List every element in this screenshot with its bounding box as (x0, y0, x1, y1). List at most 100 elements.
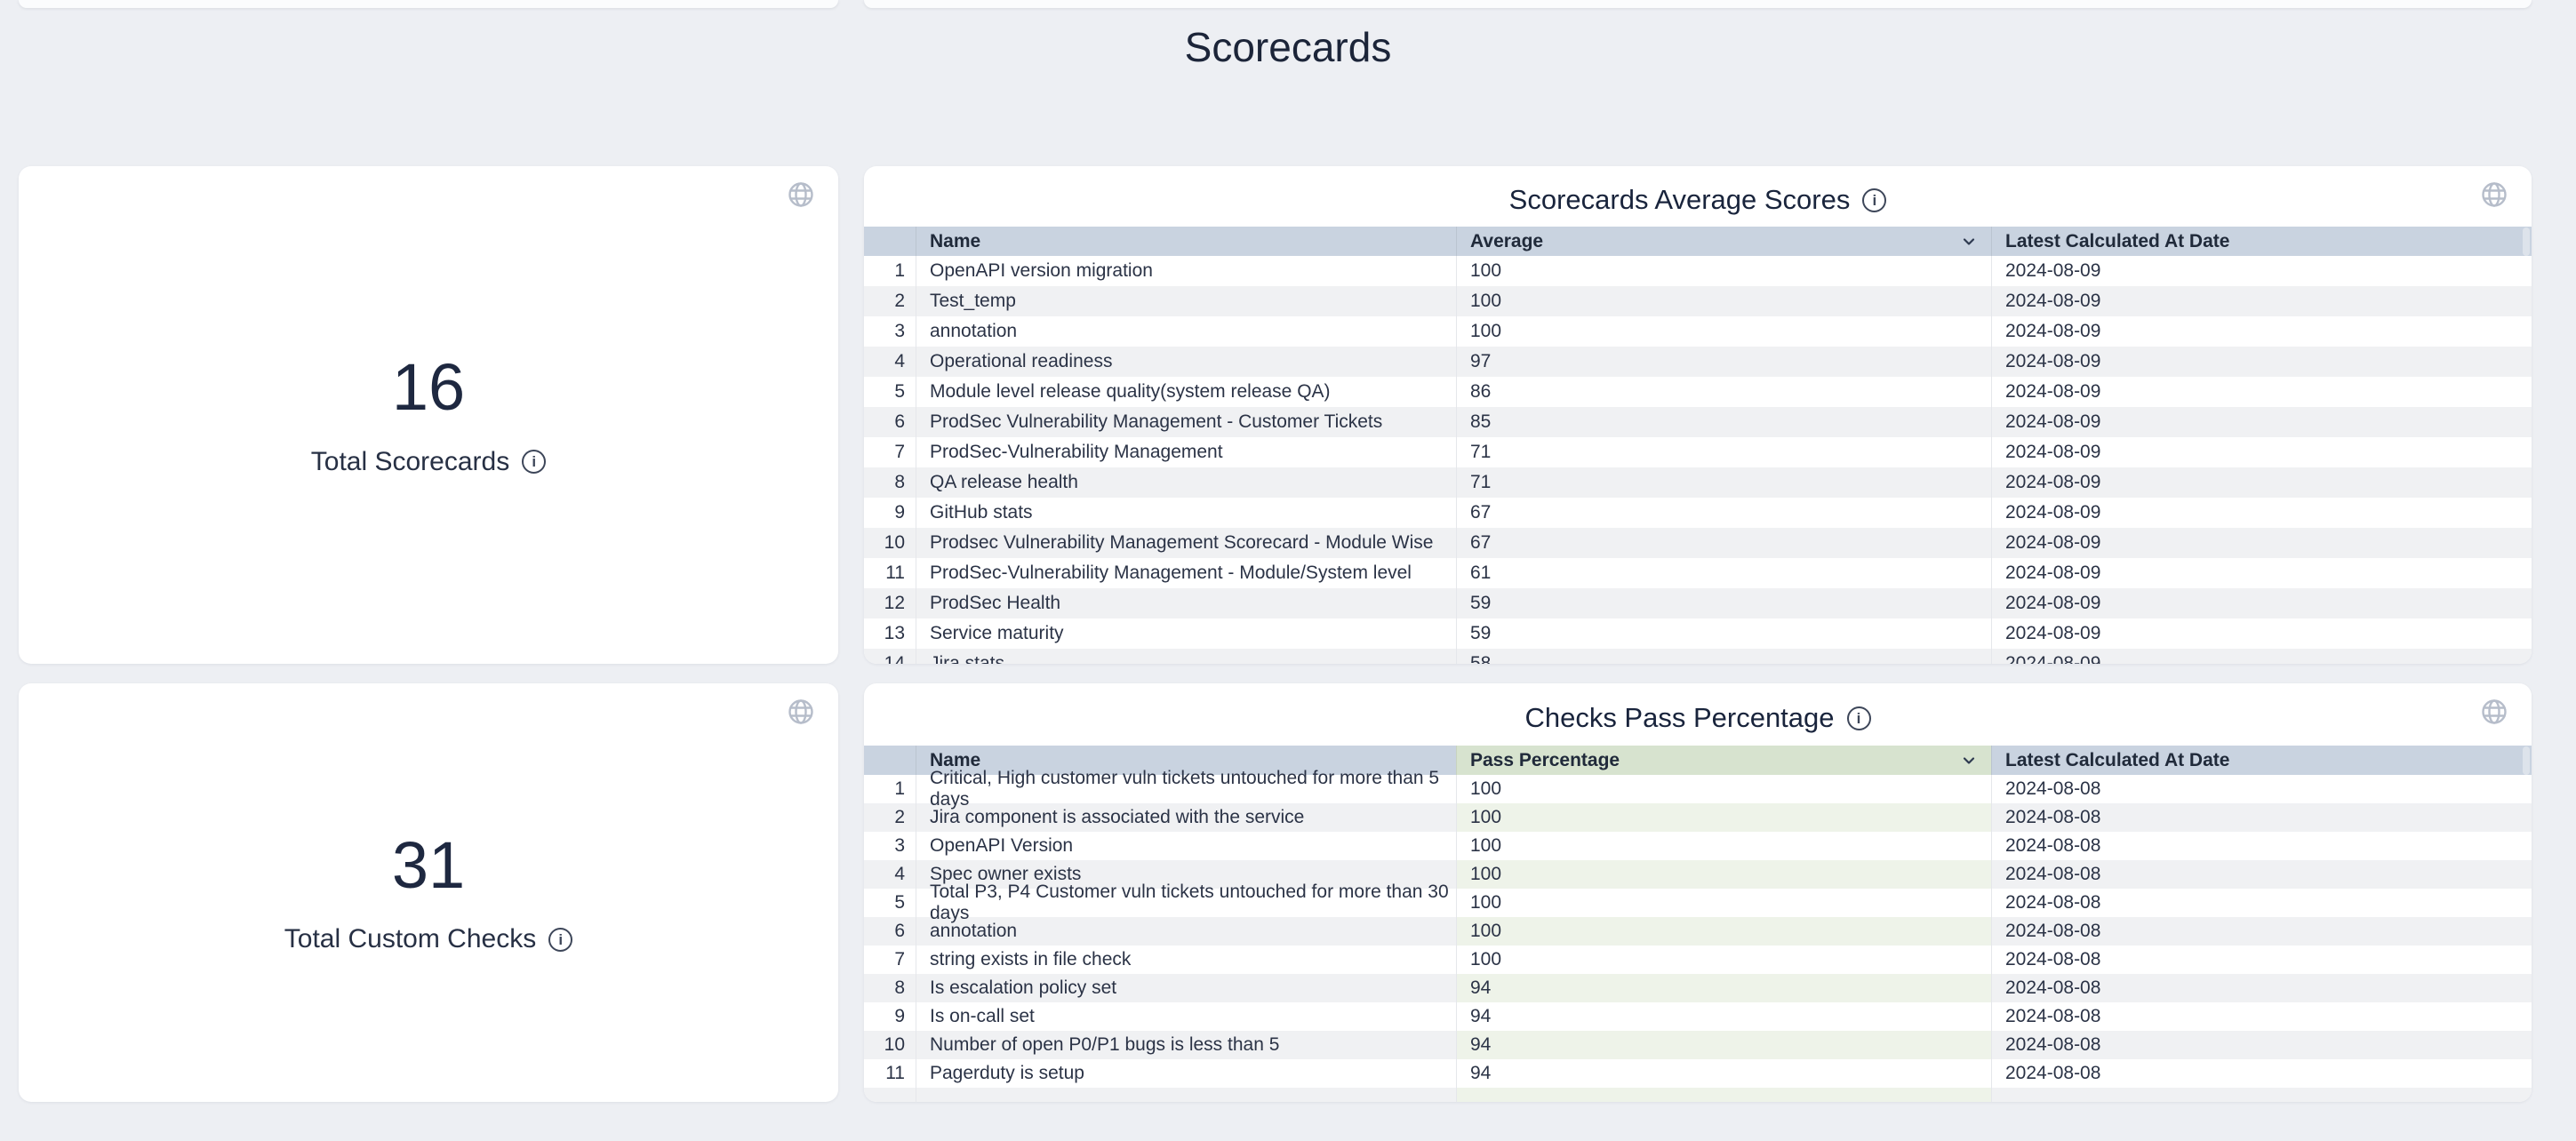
row-pass-percentage (1456, 1088, 1991, 1102)
row-date: 2024-08-08 (1991, 775, 2532, 803)
page-title: Scorecards (0, 23, 2576, 71)
table-row[interactable]: 12 ProdSec Health 59 2024-08-09 (864, 588, 2532, 618)
row-average: 71 (1456, 437, 1991, 467)
table-row[interactable]: 8 Is escalation policy set 94 2024-08-08 (864, 974, 2532, 1002)
info-icon[interactable]: i (1862, 188, 1886, 212)
row-number: 7 (864, 946, 916, 974)
table-row[interactable]: 4 Operational readiness 97 2024-08-09 (864, 347, 2532, 377)
row-name: Operational readiness (916, 347, 1456, 377)
row-number: 1 (864, 256, 916, 286)
table-row[interactable]: 7 string exists in file check 100 2024-0… (864, 946, 2532, 974)
row-name: Total P3, P4 Customer vuln tickets untou… (916, 889, 1456, 917)
header-latest-calculated[interactable]: Latest Calculated At Date (1991, 227, 2532, 256)
vertical-scrollbar-thumb[interactable] (2523, 227, 2530, 256)
row-name: Test_temp (916, 286, 1456, 316)
row-name: QA release health (916, 467, 1456, 498)
row-number: 6 (864, 917, 916, 946)
row-date: 2024-08-08 (1991, 860, 2532, 889)
row-date: 2024-08-08 (1991, 946, 2532, 974)
row-date: 2024-08-08 (1991, 1031, 2532, 1059)
row-name: Critical, High customer vuln tickets unt… (916, 775, 1456, 803)
row-number: 12 (864, 588, 916, 618)
globe-icon (787, 698, 815, 726)
row-name: OpenAPI Version (916, 832, 1456, 860)
header-row-number (864, 746, 916, 775)
table-row[interactable]: 9 GitHub stats 67 2024-08-09 (864, 498, 2532, 528)
checks-pass-percentage-card: Checks Pass Percentage i Name Pass Perce… (864, 683, 2532, 1102)
table-row[interactable]: 3 annotation 100 2024-08-09 (864, 316, 2532, 347)
total-scorecards-label: Total Scorecards (311, 447, 509, 477)
table-row[interactable]: 2 Test_temp 100 2024-08-09 (864, 286, 2532, 316)
row-pass-percentage: 94 (1456, 974, 1991, 1002)
row-average: 97 (1456, 347, 1991, 377)
table-row[interactable]: 9 Is on-call set 94 2024-08-08 (864, 1002, 2532, 1031)
row-number: 10 (864, 1031, 916, 1059)
table-row[interactable]: 11 ProdSec-Vulnerability Management - Mo… (864, 558, 2532, 588)
row-number: 9 (864, 1002, 916, 1031)
row-number: 14 (864, 649, 916, 664)
header-average[interactable]: Average (1456, 227, 1991, 256)
globe-icon (2480, 698, 2508, 726)
row-number: 8 (864, 974, 916, 1002)
info-icon[interactable]: i (1847, 706, 1871, 730)
row-number: 5 (864, 889, 916, 917)
row-name: Prodsec Vulnerability Management Scoreca… (916, 528, 1456, 558)
stat-content: 31 Total Custom Checks i (284, 831, 572, 955)
table-row[interactable]: 3 OpenAPI Version 100 2024-08-08 (864, 832, 2532, 860)
table-row[interactable]: 14 Jira stats 58 2024-08-09 (864, 649, 2532, 664)
table-row[interactable]: 8 QA release health 71 2024-08-09 (864, 467, 2532, 498)
row-pass-percentage: 100 (1456, 946, 1991, 974)
cutoff-card-above-left (19, 0, 838, 8)
row-name: Jira stats (916, 649, 1456, 664)
info-icon[interactable]: i (548, 928, 572, 952)
table-row[interactable]: 2 Jira component is associated with the … (864, 803, 2532, 832)
row-average: 71 (1456, 467, 1991, 498)
header-name[interactable]: Name (916, 227, 1456, 256)
row-name: Jira component is associated with the se… (916, 803, 1456, 832)
table-row[interactable]: 10 Prodsec Vulnerability Management Scor… (864, 528, 2532, 558)
header-pass-percentage[interactable]: Pass Percentage (1456, 746, 1991, 775)
row-name: ProdSec-Vulnerability Management (916, 437, 1456, 467)
row-date: 2024-08-09 (1991, 437, 2532, 467)
table-title: Scorecards Average Scores (1509, 184, 1851, 216)
info-icon[interactable]: i (522, 450, 546, 474)
row-pass-percentage: 94 (1456, 1002, 1991, 1031)
table-header-row: Name Average Latest Calculated At Date (864, 227, 2532, 256)
table-row[interactable]: 13 Service maturity 59 2024-08-09 (864, 618, 2532, 649)
row-date: 2024-08-09 (1991, 316, 2532, 347)
row-date: 2024-08-08 (1991, 803, 2532, 832)
table-row[interactable]: 7 ProdSec-Vulnerability Management 71 20… (864, 437, 2532, 467)
table-row[interactable]: 6 annotation 100 2024-08-08 (864, 917, 2532, 946)
row-average: 61 (1456, 558, 1991, 588)
row-average: 100 (1456, 256, 1991, 286)
table-row[interactable]: 11 Pagerduty is setup 94 2024-08-08 (864, 1059, 2532, 1088)
row-name: annotation (916, 316, 1456, 347)
table-row[interactable]: 1 OpenAPI version migration 100 2024-08-… (864, 256, 2532, 286)
table-row[interactable]: 5 Module level release quality(system re… (864, 377, 2532, 407)
row-pass-percentage: 100 (1456, 803, 1991, 832)
row-average: 58 (1456, 649, 1991, 664)
total-scorecards-value: 16 (311, 353, 546, 422)
header-row-number (864, 227, 916, 256)
row-number: 3 (864, 832, 916, 860)
row-number: 10 (864, 528, 916, 558)
table-row[interactable]: 1 Critical, High customer vuln tickets u… (864, 775, 2532, 803)
vertical-scrollbar-thumb[interactable] (2523, 746, 2530, 775)
row-date: 2024-08-09 (1991, 528, 2532, 558)
table-row[interactable]: 10 Number of open P0/P1 bugs is less tha… (864, 1031, 2532, 1059)
row-name: Number of open P0/P1 bugs is less than 5 (916, 1031, 1456, 1059)
row-date: 2024-08-09 (1991, 467, 2532, 498)
row-number: 3 (864, 316, 916, 347)
row-pass-percentage: 94 (1456, 1031, 1991, 1059)
row-name: OpenAPI version migration (916, 256, 1456, 286)
row-name: string exists in file check (916, 946, 1456, 974)
cutoff-card-above-right (864, 0, 2532, 8)
row-number: 11 (864, 558, 916, 588)
header-latest-calculated[interactable]: Latest Calculated At Date (1991, 746, 2532, 775)
table-row[interactable]: 5 Total P3, P4 Customer vuln tickets unt… (864, 889, 2532, 917)
row-number: 11 (864, 1059, 916, 1088)
table-row[interactable] (864, 1088, 2532, 1102)
total-scorecards-card: 16 Total Scorecards i (19, 166, 838, 664)
table-row[interactable]: 6 ProdSec Vulnerability Management - Cus… (864, 407, 2532, 437)
row-name: annotation (916, 917, 1456, 946)
